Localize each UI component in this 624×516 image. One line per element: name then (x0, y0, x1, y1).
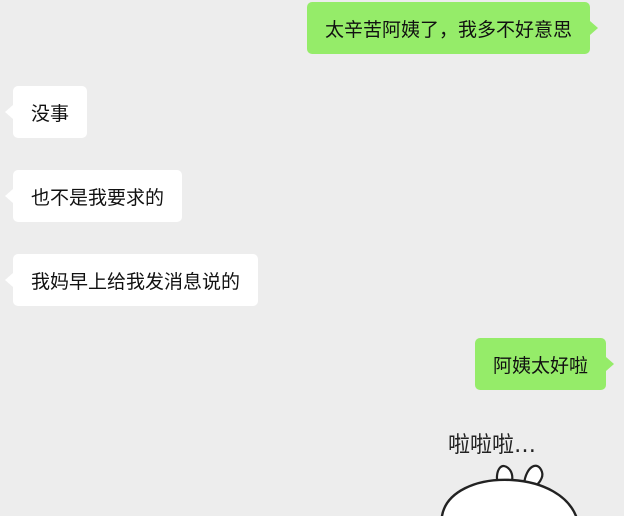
incoming-message-bubble[interactable]: 没事 (4, 86, 88, 138)
outgoing-message-bubble[interactable]: 太辛苦阿姨了，我多不好意思 (307, 2, 599, 54)
incoming-message-bubble[interactable]: 也不是我要求的 (4, 170, 183, 222)
message-text: 我妈早上给我发消息说的 (31, 270, 241, 293)
message-text: 也不是我要求的 (31, 186, 165, 209)
outgoing-message-bubble[interactable]: 阿姨太好啦 (475, 338, 615, 390)
cartoon-bunny-sticker-icon: 啦啦啦… (440, 433, 578, 516)
sticker-message[interactable]: 啦啦啦… (436, 418, 624, 516)
chat-thread: 太辛苦阿姨了，我多不好意思 没事 也不是我要求的 我妈早上给我发消息说的 阿姨太… (0, 0, 624, 516)
message-text: 没事 (31, 102, 70, 125)
sticker-caption: 啦啦啦… (448, 433, 536, 458)
message-text: 阿姨太好啦 (493, 354, 589, 377)
incoming-message-bubble[interactable]: 我妈早上给我发消息说的 (4, 254, 259, 306)
message-text: 太辛苦阿姨了，我多不好意思 (325, 18, 573, 41)
